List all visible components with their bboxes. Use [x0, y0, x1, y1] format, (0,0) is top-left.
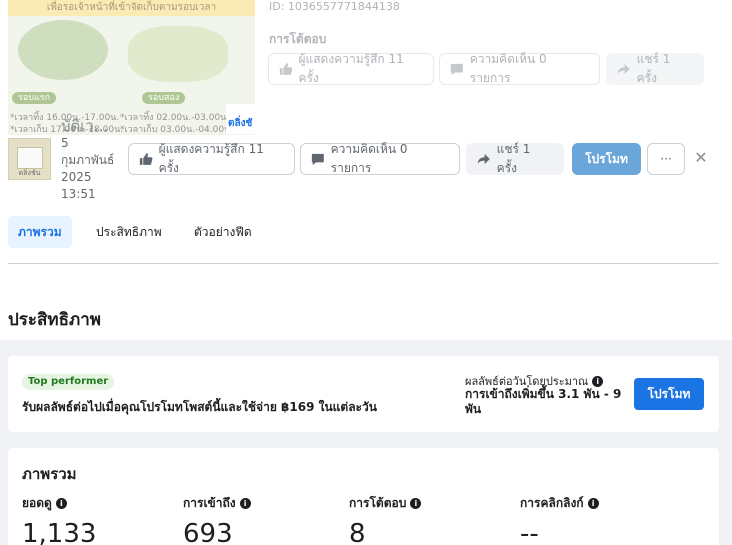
- faded-reactions-label: ผู้แสดงความรู้สึก 11 ครั้ง: [298, 52, 404, 85]
- metric-interactions-value: 8: [349, 519, 366, 545]
- comment-icon: [311, 153, 324, 165]
- post-insights-page: เพื่อรอเจ้าหน้าที่เข้าจัดเก็บตามรอบเวลา …: [0, 0, 732, 545]
- comments-label: ความคิดเห็น 0 รายการ: [330, 142, 408, 175]
- preview-round2-label: รอบสอง: [142, 92, 186, 104]
- faded-comments-label: ความคิดเห็น 0 รายการ: [469, 52, 547, 85]
- preview-side-text: ตลิ่งชั: [228, 118, 253, 129]
- post-date-month: กุมภาพันธ์: [61, 153, 115, 167]
- preview-illustration-left: [18, 20, 108, 80]
- top-performer-card: Top performer รับผลลัพธ์ต่อไปเมื่อคุณโปร…: [8, 356, 719, 432]
- metric-link-clicks: การคลิกลิงก์ i --: [520, 494, 599, 545]
- preview-illustration-right: [128, 26, 228, 82]
- interaction-heading: การโต้ตอบ: [269, 32, 327, 46]
- info-icon[interactable]: i: [587, 498, 599, 509]
- metric-views-value: 1,133: [22, 519, 97, 545]
- metric-reach-value: 693: [183, 519, 233, 545]
- post-date-day: 5: [61, 136, 69, 150]
- more-icon: ···: [660, 152, 672, 166]
- tab-feed-preview[interactable]: ตัวอย่างฟีด: [184, 216, 262, 248]
- post-thumbnail[interactable]: ตลิ่งชัน: [8, 138, 51, 180]
- overview-title: ภาพรวม: [22, 465, 77, 483]
- info-icon[interactable]: i: [410, 498, 422, 509]
- faded-comments-button[interactable]: ความคิดเห็น 0 รายการ: [439, 52, 600, 85]
- performance-section-title: ประสิทธิภาพ: [8, 310, 101, 330]
- comments-button[interactable]: ความคิดเห็น 0 รายการ: [300, 142, 460, 175]
- info-icon[interactable]: i: [239, 498, 251, 509]
- reactions-label: ผู้แสดงความรู้สึก 11 ครั้ง: [158, 142, 264, 175]
- tab-performance[interactable]: ประสิทธิภาพ: [86, 216, 172, 248]
- metric-reach-label: การเข้าถึง: [183, 496, 236, 510]
- preview-round1-label: รอบแรก: [12, 92, 57, 104]
- comment-icon: [450, 63, 463, 76]
- promote-button[interactable]: โปรโมท: [634, 378, 704, 410]
- post-date-year: 2025: [61, 170, 92, 184]
- thumbs-up-icon: [139, 153, 153, 165]
- estimate-value: การเข้าถึงเพิ่มขึ้น 3.1 พัน - 9 พัน: [465, 387, 622, 416]
- post-id: ID: 1036557771844138: [269, 0, 400, 13]
- preview-round2-time2: *เวลาเก็บ 03.00น.-04.00น.: [120, 125, 234, 135]
- metric-views: ยอดดู i 1,133: [22, 494, 96, 545]
- performer-description: รับผลลัพธ์ต่อไปเมื่อคุณโปรโมทโพสต์นี้และ…: [22, 400, 377, 414]
- faded-reactions-button[interactable]: ผู้แสดงความรู้สึก 11 ครั้ง: [268, 52, 434, 85]
- share-button[interactable]: แชร์ 1 ครั้ง: [466, 142, 564, 175]
- share-icon: [617, 63, 630, 75]
- preview-side-strip: ตลิ่งชั: [226, 104, 255, 134]
- info-icon[interactable]: i: [55, 498, 67, 509]
- more-options-button[interactable]: ···: [647, 143, 685, 175]
- post-preview-image: เพื่อรอเจ้าหน้าที่เข้าจัดเก็บตามรอบเวลา …: [8, 0, 255, 135]
- info-icon[interactable]: i: [592, 375, 604, 387]
- metric-link-clicks-label: การคลิกลิงก์: [520, 496, 584, 510]
- metric-interactions-label: การโต้ตอบ: [349, 496, 407, 510]
- close-icon[interactable]: ✕: [692, 149, 710, 167]
- post-date: 5 กุมภาพันธ์ 2025 13:51: [61, 135, 123, 203]
- faded-share-button[interactable]: แชร์ 1 ครั้ง: [606, 52, 704, 85]
- thumbs-up-icon: [279, 63, 293, 75]
- overview-card: ภาพรวม ยอดดู i 1,133 การเข้าถึง i 693 การโ…: [8, 448, 719, 545]
- promote-post-button[interactable]: โปรโมท: [572, 143, 641, 175]
- top-performer-badge: Top performer: [22, 374, 115, 390]
- metric-reach: การเข้าถึง i 693: [183, 494, 251, 545]
- tab-overview[interactable]: ภาพรวม: [8, 216, 72, 248]
- metric-link-clicks-value: --: [520, 519, 539, 545]
- metric-views-label: ยอดดู: [22, 496, 52, 510]
- thumbnail-picture: [17, 147, 43, 169]
- reactions-button[interactable]: ผู้แสดงความรู้สึก 11 ครั้ง: [128, 142, 295, 175]
- share-label: แชร์ 1 ครั้ง: [496, 142, 531, 175]
- metric-interactions: การโต้ตอบ i 8: [349, 494, 422, 545]
- post-date-time: 13:51: [61, 187, 96, 201]
- faded-share-label: แชร์ 1 ครั้ง: [636, 52, 671, 85]
- share-icon: [477, 153, 490, 165]
- insights-tabs: ภาพรวม ประสิทธิภาพ ตัวอย่างฟีด: [8, 216, 719, 264]
- thumbnail-caption: ตลิ่งชัน: [18, 169, 41, 177]
- preview-banner-text: เพื่อรอเจ้าหน้าที่เข้าจัดเก็บตามรอบเวลา: [46, 2, 217, 13]
